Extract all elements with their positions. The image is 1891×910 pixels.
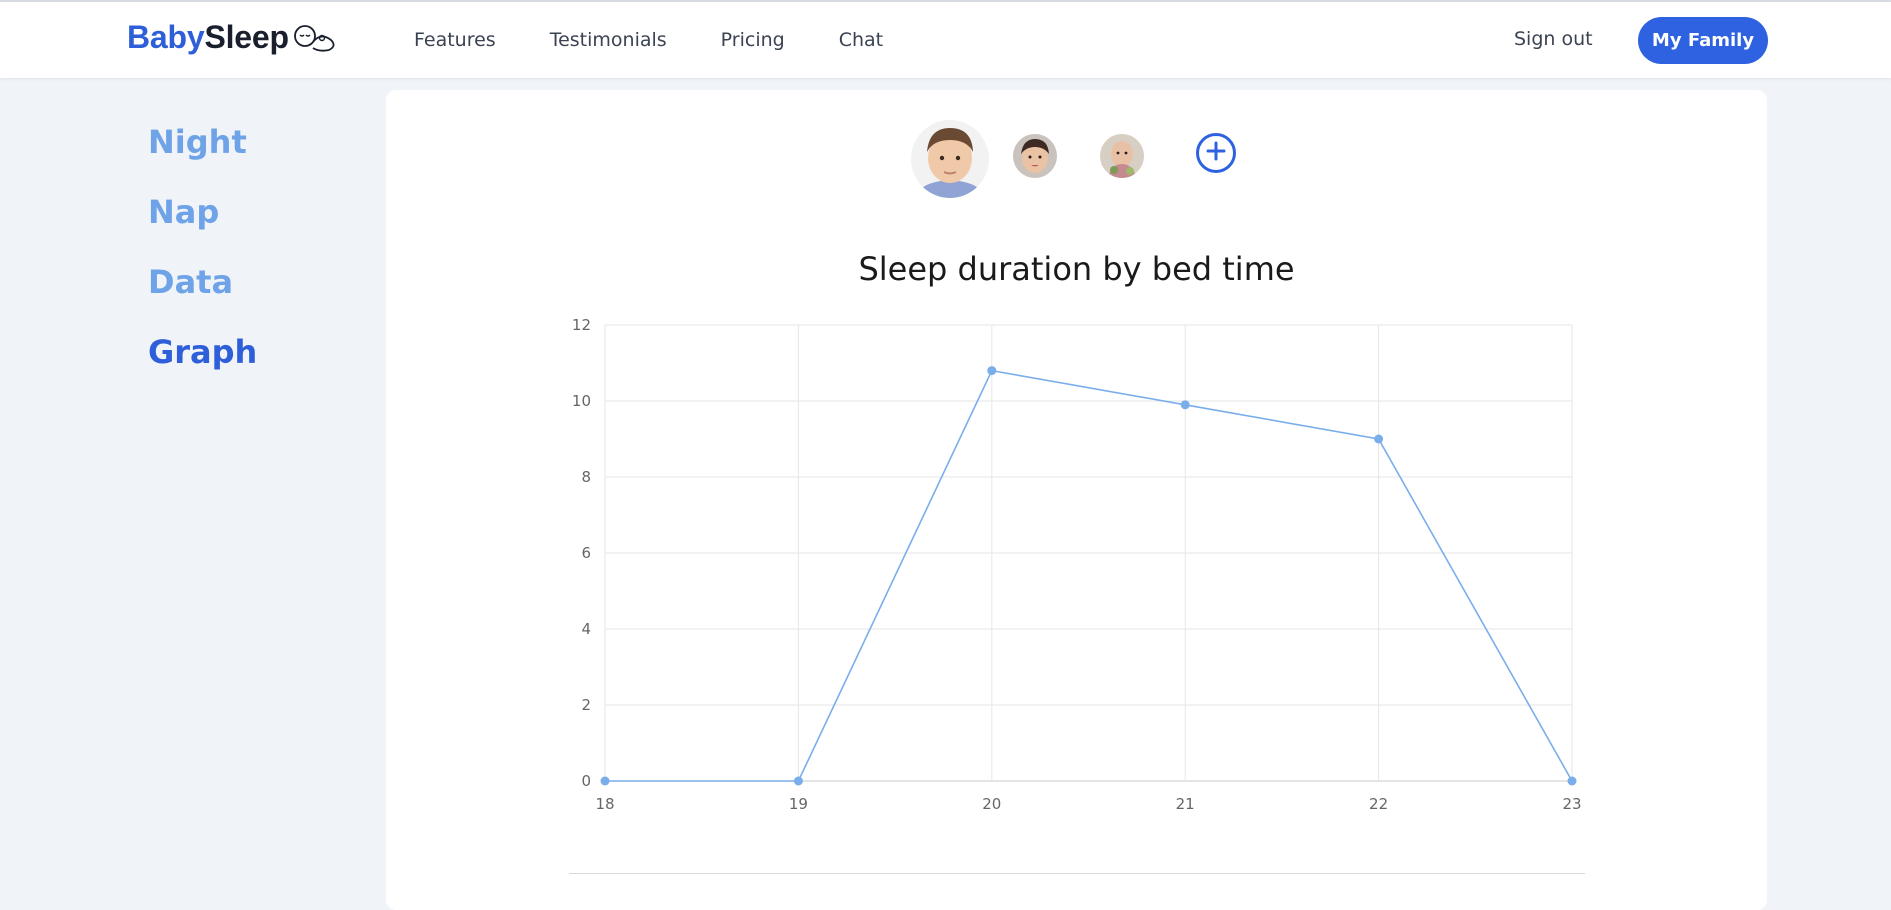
my-family-button[interactable]: My Family bbox=[1638, 17, 1768, 64]
x-tick-label: 20 bbox=[982, 795, 1001, 813]
brand-logo[interactable]: BabySleep bbox=[127, 18, 339, 57]
x-tick-label: 18 bbox=[595, 795, 614, 813]
sidebar-item-graph[interactable]: Graph bbox=[148, 328, 257, 398]
brand-name: BabySleep bbox=[127, 19, 289, 56]
y-tick-label: 4 bbox=[581, 620, 591, 638]
x-tick-label: 19 bbox=[789, 795, 808, 813]
brand-name-part1: Baby bbox=[127, 19, 205, 55]
nav-pricing[interactable]: Pricing bbox=[721, 29, 785, 51]
y-tick-label: 12 bbox=[572, 316, 591, 334]
data-point bbox=[600, 776, 610, 786]
main-nav: Features Testimonials Pricing Chat bbox=[414, 2, 937, 78]
x-tick-label: 22 bbox=[1369, 795, 1388, 813]
y-tick-label: 10 bbox=[572, 392, 591, 410]
data-point bbox=[793, 776, 803, 786]
y-tick-label: 2 bbox=[581, 696, 591, 714]
sidebar-item-nap[interactable]: Nap bbox=[148, 188, 257, 258]
sleep-duration-chart: 0 2 4 6 8 10 12 18 19 20 21 22 23 bbox=[572, 316, 1582, 813]
sleeping-baby-icon bbox=[293, 22, 339, 57]
series-line bbox=[605, 369, 1573, 782]
x-tick-label: 21 bbox=[1176, 795, 1195, 813]
sidebar: Night Nap Data Graph bbox=[148, 118, 257, 398]
y-tick-label: 8 bbox=[581, 468, 591, 486]
divider bbox=[569, 873, 1585, 874]
data-point bbox=[1567, 776, 1577, 786]
sidebar-item-night[interactable]: Night bbox=[148, 118, 257, 188]
brand-name-part2: Sleep bbox=[204, 19, 289, 55]
nav-testimonials[interactable]: Testimonials bbox=[550, 29, 667, 51]
y-tick-label: 0 bbox=[581, 772, 591, 790]
top-header: BabySleep Features Testimonials Pricing … bbox=[0, 2, 1891, 78]
data-point bbox=[987, 366, 997, 376]
sidebar-item-data[interactable]: Data bbox=[148, 258, 257, 328]
sign-out-link[interactable]: Sign out bbox=[1514, 28, 1593, 50]
x-tick-label: 23 bbox=[1562, 795, 1581, 813]
y-tick-label: 6 bbox=[581, 544, 591, 562]
nav-features[interactable]: Features bbox=[414, 29, 496, 51]
nav-chat[interactable]: Chat bbox=[839, 29, 883, 51]
data-point bbox=[1374, 434, 1384, 444]
data-point bbox=[1180, 400, 1190, 410]
graph-card: Sleep duration by bed time 0 2 4 6 8 10 12 18 19… bbox=[386, 90, 1767, 910]
